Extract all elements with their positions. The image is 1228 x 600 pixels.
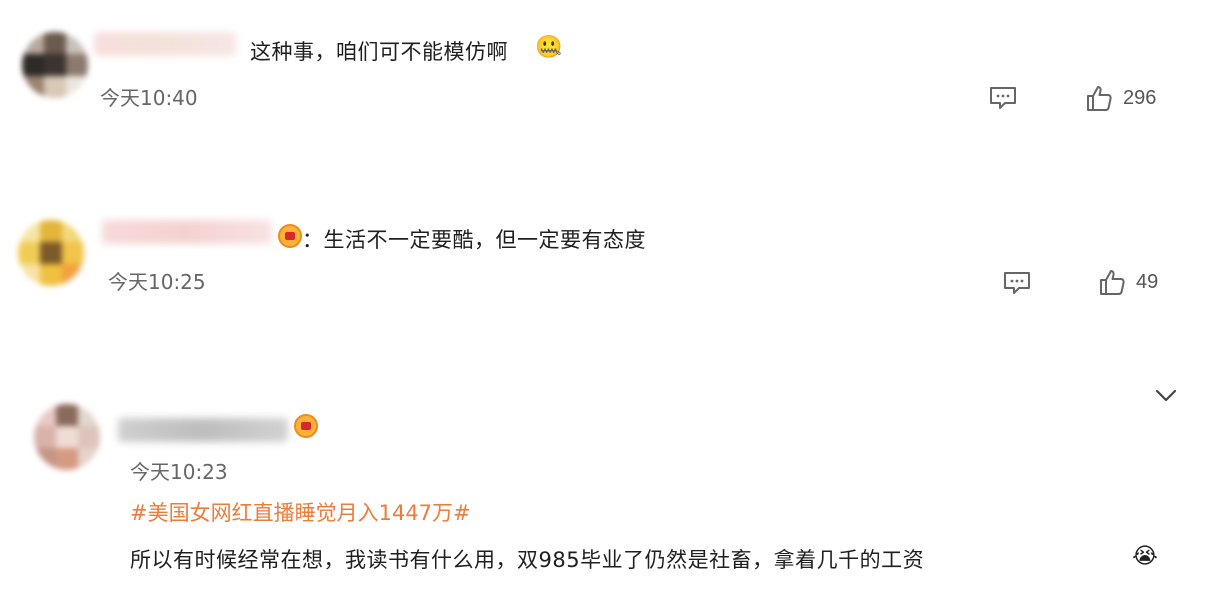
like-button[interactable]: 49: [1098, 268, 1158, 296]
comment-icon: [1004, 272, 1030, 294]
username-blurred[interactable]: [94, 32, 236, 56]
comment-text: 这种事，咱们可不能模仿啊: [250, 40, 508, 64]
zipper-mouth-emoji-icon: 🤐: [535, 35, 563, 60]
avatar[interactable]: [22, 32, 88, 98]
reply-button[interactable]: [1002, 270, 1032, 296]
like-count: 296: [1123, 86, 1157, 109]
vip-badge-icon: [278, 224, 302, 248]
avatar[interactable]: [18, 220, 84, 286]
like-button[interactable]: 296: [1085, 84, 1156, 112]
thumbs-up-icon: [1087, 86, 1112, 111]
crying-emoji-icon: 😭: [1132, 544, 1158, 569]
username-blurred[interactable]: [118, 418, 288, 442]
like-count: 49: [1136, 270, 1159, 293]
reply-button[interactable]: [988, 85, 1018, 111]
topic-hashtag-link[interactable]: #美国女网红直播睡觉月入1447万#: [130, 497, 471, 527]
avatar[interactable]: [34, 404, 100, 470]
username-blurred[interactable]: [102, 220, 272, 244]
vip-badge-icon: [294, 414, 318, 438]
comment-time: 今天10:40: [100, 86, 198, 110]
thumbs-up-icon: [1100, 270, 1125, 295]
comment-time: 今天10:25: [108, 270, 206, 294]
comment-icon: [990, 87, 1016, 109]
comment-time: 今天10:23: [130, 460, 228, 484]
chevron-down-icon: [1155, 389, 1177, 402]
comment-text: 所以有时候经常在想，我读书有什么用，双985毕业了仍然是社畜，拿着几千的工资: [130, 548, 925, 572]
expand-menu-button[interactable]: [1154, 388, 1178, 404]
comment-text: ：生活不一定要酷，但一定要有态度: [302, 228, 646, 252]
